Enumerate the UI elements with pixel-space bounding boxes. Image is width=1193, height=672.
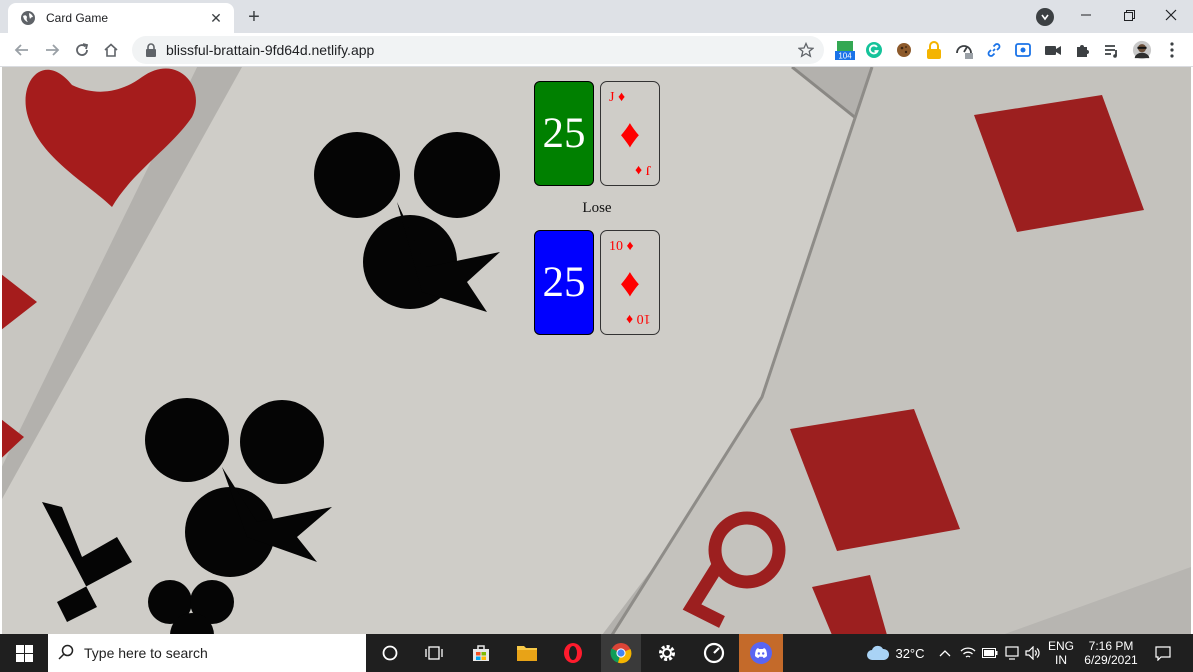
new-tab-icon[interactable]: + bbox=[243, 6, 265, 28]
speed-icon[interactable] bbox=[954, 40, 974, 60]
reload-icon[interactable] bbox=[70, 38, 94, 62]
top-deck-count: 25 bbox=[542, 110, 586, 157]
notifications-icon[interactable] bbox=[1148, 634, 1178, 672]
lock-icon[interactable] bbox=[144, 43, 158, 57]
home-icon[interactable] bbox=[99, 38, 123, 62]
opera-icon[interactable] bbox=[554, 634, 592, 672]
playing-cards-background-image bbox=[2, 67, 1191, 635]
gauge-app-icon[interactable] bbox=[693, 634, 735, 672]
language-code: ENG bbox=[1047, 639, 1074, 653]
browser-toolbar: blissful-brattain-9fd64d.netlify.app 104 bbox=[0, 33, 1193, 67]
globe-icon bbox=[20, 10, 36, 26]
cookie-icon[interactable] bbox=[894, 40, 914, 60]
avatar[interactable] bbox=[1132, 40, 1152, 60]
restore-icon[interactable] bbox=[1107, 0, 1151, 30]
screen: Card Game ✕ + blissful-brattain-9fd64d.n… bbox=[0, 0, 1193, 672]
lock-extension-icon[interactable] bbox=[924, 40, 944, 60]
language-indicator[interactable]: ENG IN bbox=[1046, 634, 1076, 672]
url-text: blissful-brattain-9fd64d.netlify.app bbox=[166, 42, 375, 58]
microsoft-store-icon[interactable] bbox=[462, 634, 500, 672]
tab-search-icon[interactable] bbox=[1036, 8, 1054, 26]
region-code: IN bbox=[1055, 653, 1067, 667]
battery-icon[interactable] bbox=[979, 634, 1001, 672]
clock-date: 6/29/2021 bbox=[1084, 653, 1138, 667]
weather-temperature[interactable]: 32°C bbox=[893, 634, 927, 672]
screen-capture-icon[interactable] bbox=[1013, 40, 1033, 60]
close-window-icon[interactable] bbox=[1149, 0, 1193, 30]
tab-counter-icon[interactable]: 104 bbox=[835, 40, 855, 60]
forward-icon[interactable] bbox=[40, 38, 64, 62]
svg-text:104: 104 bbox=[838, 52, 852, 61]
video-icon[interactable] bbox=[1043, 40, 1063, 60]
bottom-deck-card[interactable]: 25 bbox=[534, 230, 594, 335]
top-deck-card[interactable]: 25 bbox=[534, 81, 594, 186]
discord-icon[interactable] bbox=[739, 634, 783, 672]
close-tab-icon[interactable]: ✕ bbox=[206, 8, 226, 28]
tab-card-game[interactable]: Card Game ✕ bbox=[8, 3, 234, 33]
grammarly-icon[interactable] bbox=[864, 40, 884, 60]
top-card-corner-label: J ♦ bbox=[609, 90, 626, 105]
search-icon bbox=[58, 644, 74, 663]
clock-time: 7:16 PM bbox=[1088, 639, 1134, 653]
page-content: 25 J ♦ ♦ J ♦ Lose 25 10 ♦ ♦ 10 ♦ bbox=[2, 67, 1191, 635]
windows-start-icon[interactable] bbox=[0, 634, 48, 672]
windows-taskbar: Type here to search 32°C ENG IN 7:16 PM … bbox=[0, 634, 1193, 672]
weather-cloud-icon[interactable] bbox=[862, 634, 894, 672]
media-queue-icon[interactable] bbox=[1102, 40, 1122, 60]
kebab-menu-icon[interactable] bbox=[1162, 40, 1182, 60]
file-explorer-icon[interactable] bbox=[508, 634, 546, 672]
round-result-text: Lose bbox=[582, 200, 612, 216]
diamond-icon: ♦ bbox=[619, 110, 641, 156]
bottom-played-card[interactable]: 10 ♦ ♦ 10 ♦ bbox=[600, 230, 660, 335]
chrome-icon[interactable] bbox=[601, 634, 641, 672]
tab-strip: Card Game ✕ + bbox=[0, 0, 1193, 33]
chevron-up-icon[interactable] bbox=[934, 634, 956, 672]
puzzle-icon[interactable] bbox=[1073, 40, 1093, 60]
tab-title: Card Game bbox=[46, 11, 109, 25]
minimize-icon[interactable] bbox=[1064, 0, 1108, 30]
search-placeholder: Type here to search bbox=[84, 645, 208, 661]
top-played-card[interactable]: J ♦ ♦ J ♦ bbox=[600, 81, 660, 186]
settings-gear-icon[interactable] bbox=[646, 634, 688, 672]
top-card-corner-label-inverted: J ♦ bbox=[634, 162, 651, 177]
display-icon[interactable] bbox=[1001, 634, 1023, 672]
address-bar[interactable]: blissful-brattain-9fd64d.netlify.app bbox=[132, 36, 824, 64]
task-view-icon[interactable] bbox=[416, 634, 452, 672]
link-icon[interactable] bbox=[984, 40, 1004, 60]
bottom-card-corner-label: 10 ♦ bbox=[609, 239, 634, 254]
clock[interactable]: 7:16 PM 6/29/2021 bbox=[1080, 634, 1142, 672]
taskbar-search-box[interactable]: Type here to search bbox=[48, 634, 366, 672]
bottom-card-corner-label-inverted: 10 ♦ bbox=[626, 311, 651, 326]
bookmark-star-icon[interactable] bbox=[794, 38, 818, 62]
back-icon[interactable] bbox=[10, 38, 34, 62]
cortana-icon[interactable] bbox=[372, 634, 408, 672]
bottom-deck-count: 25 bbox=[542, 259, 586, 306]
diamond-icon: ♦ bbox=[619, 259, 641, 305]
wifi-icon[interactable] bbox=[957, 634, 979, 672]
volume-icon[interactable] bbox=[1022, 634, 1044, 672]
